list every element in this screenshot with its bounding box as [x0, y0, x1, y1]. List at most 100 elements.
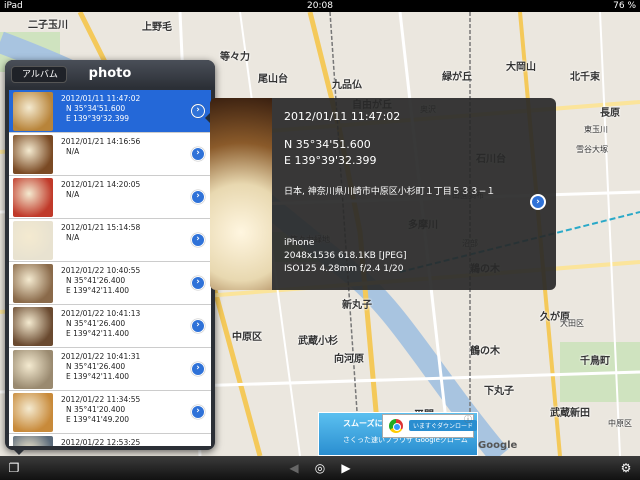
previous-icon[interactable]: ◀	[286, 460, 302, 476]
image-size: 2048x1536 618.1KB [JPEG]	[284, 251, 407, 261]
photo-list-text: 2012/01/11 11:47:02 N 35°34'51.600 E 139°3…	[61, 94, 140, 124]
detail-disclosure-icon[interactable]: ›	[530, 194, 546, 210]
photo-preview	[210, 98, 272, 290]
map-label: 大田区	[560, 319, 584, 328]
pages-icon[interactable]: ❐	[6, 460, 22, 476]
detail-disclosure-icon[interactable]: ›	[191, 104, 205, 118]
photo-list-text: 2012/01/22 12:53:25N 35°19'07.79	[61, 438, 140, 446]
map-label: 九品仏	[332, 80, 362, 91]
status-bar: iPad 20:08 76 %	[0, 0, 640, 12]
photo-list-text: 2012/01/21 14:16:56 N/A	[61, 137, 140, 157]
clock: 20:08	[307, 1, 333, 11]
photo-list-text: 2012/01/22 11:34:55 N 35°41'20.400 E 139°4…	[61, 395, 140, 425]
photo-list-date: 2012/01/22 10:40:55	[61, 266, 141, 275]
photo-list-text: 2012/01/22 10:41:13 N 35°41'26.400 E 139°4…	[61, 309, 140, 339]
detail-disclosure-icon[interactable]: ›	[191, 362, 205, 376]
photo-list-date: 2012/01/21 14:16:56	[61, 137, 141, 146]
photo-list[interactable]: 2012/01/11 11:47:02 N 35°34'51.600 E 139°3…	[9, 90, 211, 446]
photo-list-item[interactable]: 2012/01/22 12:53:25N 35°19'07.79›	[9, 434, 211, 446]
locate-icon[interactable]: ◎	[312, 460, 328, 476]
map-label: 等々力	[220, 52, 250, 63]
map-label: 二子玉川	[28, 20, 68, 31]
photo-list-text: 2012/01/22 10:40:55 N 35°41'26.400 E 139°4…	[61, 266, 140, 296]
photo-list-popover: アルバム photo 2012/01/11 11:47:02 N 35°34'51…	[5, 60, 215, 450]
photo-list-item[interactable]: 2012/01/21 14:20:05 N/A ›	[9, 176, 211, 219]
map-label: 尾山台	[258, 74, 288, 85]
map-label: 北千束	[570, 72, 600, 83]
ad-info-icon[interactable]: ⓘ	[464, 414, 472, 425]
photo-list-item[interactable]: 2012/01/22 10:41:13 N 35°41'26.400 E 139°4…	[9, 305, 211, 348]
detail-disclosure-icon[interactable]: ›	[191, 319, 205, 333]
photo-list-lon: E 139°42'11.400	[66, 372, 130, 381]
detail-disclosure-icon[interactable]: ›	[191, 276, 205, 290]
photo-longitude: E 139°39'32.399	[284, 154, 377, 167]
photo-list-lon: E 139°41'49.200	[66, 415, 130, 424]
map-label: 千鳥町	[580, 356, 610, 367]
battery-level: 76 %	[613, 1, 636, 11]
detail-disclosure-icon[interactable]: ›	[191, 147, 205, 161]
photo-thumbnail	[13, 436, 53, 446]
map-label: 上野毛	[142, 22, 172, 33]
photo-list-date: 2012/01/22 10:41:31	[61, 352, 141, 361]
photo-list-item[interactable]: 2012/01/22 11:34:55 N 35°41'20.400 E 139°4…	[9, 391, 211, 434]
photo-date: 2012/01/11 11:47:02	[284, 110, 401, 123]
map-label: 大岡山	[506, 62, 536, 73]
map-label: 雪谷大塚	[576, 145, 608, 154]
photo-list-lon: E 139°42'11.400	[66, 286, 130, 295]
photo-list-text: 2012/01/21 14:20:05 N/A	[61, 180, 140, 200]
photo-list-lat: N/A	[66, 147, 80, 156]
chrome-logo-icon	[389, 419, 403, 433]
photo-latitude: N 35°34'51.600	[284, 138, 371, 151]
map-label: 新丸子	[342, 300, 372, 311]
map-label: 緑が丘	[442, 72, 472, 83]
photo-list-lat: N 35°41'26.400	[66, 276, 126, 285]
photo-list-date: 2012/01/22 11:34:55	[61, 395, 141, 404]
photo-list-lat: N/A	[66, 190, 80, 199]
google-logo: Google	[478, 440, 518, 451]
photo-list-lat: N/A	[66, 233, 80, 242]
photo-list-item[interactable]: 2012/01/21 15:14:58 N/A ›	[9, 219, 211, 262]
photo-list-date: 2012/01/22 12:53:25	[61, 438, 141, 446]
map-label: 武蔵小杉	[298, 336, 338, 347]
exposure-info: ISO125 4.28mm f/2.4 1/20	[284, 264, 404, 274]
photo-thumbnail	[13, 92, 53, 131]
photo-list-date: 2012/01/21 14:20:05	[61, 180, 141, 189]
detail-disclosure-icon[interactable]: ›	[191, 405, 205, 419]
photo-list-item[interactable]: 2012/01/22 10:41:31 N 35°41'26.400 E 139°4…	[9, 348, 211, 391]
next-icon[interactable]: ▶	[338, 460, 354, 476]
photo-address: 日本, 神奈川県川崎市中原区小杉町１丁目５３３−１	[284, 187, 496, 197]
map-label: 武蔵新田	[550, 408, 590, 419]
photo-list-text: 2012/01/21 15:14:58 N/A	[61, 223, 140, 243]
map-label: 東玉川	[584, 125, 608, 134]
popover-header: アルバム photo	[5, 60, 215, 88]
detail-disclosure-icon[interactable]: ›	[191, 233, 205, 247]
photo-list-item[interactable]: 2012/01/11 11:47:02 N 35°34'51.600 E 139°3…	[9, 90, 211, 133]
map-label: 中原区	[608, 419, 632, 428]
popover-title: photo	[88, 66, 132, 81]
ad-download-panel[interactable]: いますぐダウンロード	[382, 414, 478, 438]
photo-thumbnail	[13, 135, 53, 174]
photo-list-lon: E 139°42'11.400	[66, 329, 130, 338]
map-label: 向河原	[334, 354, 364, 365]
photo-list-item[interactable]: 2012/01/22 10:40:55 N 35°41'26.400 E 139°4…	[9, 262, 211, 305]
gear-icon[interactable]: ⚙	[618, 460, 634, 476]
photo-list-date: 2012/01/11 11:47:02	[61, 94, 141, 103]
photo-thumbnail	[13, 350, 53, 389]
bottom-toolbar: ❐ ◀ ◎ ▶ ⚙	[0, 456, 640, 480]
photo-list-item[interactable]: 2012/01/21 14:16:56 N/A ›	[9, 133, 211, 176]
photo-list-text: 2012/01/22 10:41:31 N 35°41'26.400 E 139°4…	[61, 352, 140, 382]
detail-disclosure-icon[interactable]: ›	[191, 190, 205, 204]
popover-arrow	[12, 448, 26, 455]
map-label: 長原	[600, 108, 620, 119]
photo-thumbnail	[13, 264, 53, 303]
photo-list-date: 2012/01/21 15:14:58	[61, 223, 141, 232]
map-label: 中原区	[232, 332, 262, 343]
camera-model: iPhone	[284, 238, 315, 248]
photo-list-lat: N 35°41'26.400	[66, 319, 126, 328]
photo-list-date: 2012/01/22 10:41:13	[61, 309, 141, 318]
photo-thumbnail	[13, 393, 53, 432]
photo-info-callout: 2012/01/11 11:47:02 N 35°34'51.600 E 139…	[210, 98, 556, 290]
photo-thumbnail	[13, 221, 53, 260]
photo-list-lat: N 35°34'51.600	[66, 104, 126, 113]
map-label: 鶴の木	[470, 346, 500, 357]
